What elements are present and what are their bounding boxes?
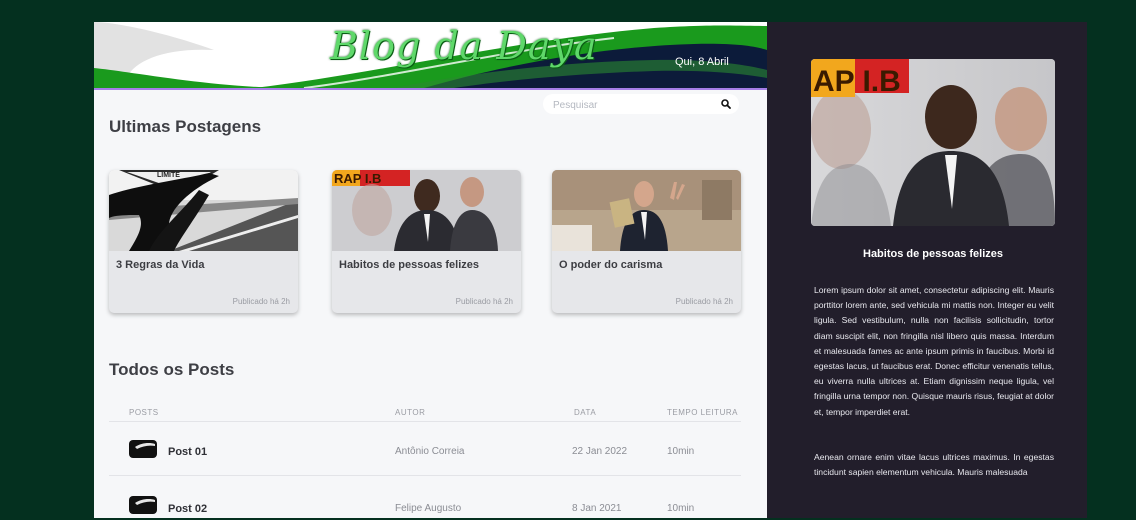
post-card-title[interactable]: 3 Regras da Vida bbox=[116, 259, 204, 271]
table-row[interactable]: Post 01 Antônio Correia 22 Jan 2022 10mi… bbox=[109, 421, 741, 478]
post-card-title[interactable]: Habitos de pessoas felizes bbox=[339, 259, 479, 271]
post-author: Antônio Correia bbox=[395, 446, 465, 457]
featured-post-paragraph: Aenean ornare enim vitae lacus ultrices … bbox=[814, 452, 1054, 478]
post-card-meta: Publicado há 2h bbox=[455, 297, 513, 306]
post-name[interactable]: Post 01 bbox=[168, 446, 207, 458]
featured-image-badge: AP I.B bbox=[813, 65, 901, 98]
post-author: Felipe Augusto bbox=[395, 503, 462, 514]
all-posts-heading: Todos os Posts bbox=[109, 360, 235, 379]
post-reading-time: 10min bbox=[667, 503, 695, 514]
post-card[interactable]: O poder do carisma Publicado há 2h bbox=[552, 170, 741, 313]
table-row[interactable]: Post 02 Felipe Augusto 8 Jan 2021 10min bbox=[109, 475, 741, 518]
post-date: 22 Jan 2022 bbox=[572, 446, 628, 457]
search-box bbox=[543, 94, 739, 114]
search-icon[interactable] bbox=[721, 99, 731, 109]
post-reading-time: 10min bbox=[667, 446, 695, 457]
post-thumbnail-icon bbox=[129, 440, 157, 458]
post-card-meta: Publicado há 2h bbox=[675, 297, 733, 306]
post-thumbnail-icon bbox=[129, 496, 157, 514]
page: Blog da Daya Qui, 8 Abril Ultimas Postag… bbox=[94, 22, 1087, 518]
main-content: Blog da Daya Qui, 8 Abril Ultimas Postag… bbox=[94, 22, 767, 518]
search-input[interactable] bbox=[551, 96, 715, 114]
latest-posts-heading: Ultimas Postagens bbox=[109, 117, 262, 136]
post-card-image: LIMITE bbox=[109, 170, 298, 251]
post-card[interactable]: RAP I.B Habitos de pessoas felizes Publi… bbox=[332, 170, 521, 313]
post-card-title[interactable]: O poder do carisma bbox=[559, 259, 662, 271]
blog-logo[interactable]: Blog da Daya bbox=[330, 24, 598, 68]
post-card-meta: Publicado há 2h bbox=[232, 297, 290, 306]
featured-post-image[interactable]: AP I.B bbox=[811, 59, 1055, 226]
post-card-image bbox=[552, 170, 741, 251]
sidebar-featured-post: AP I.B Habitos de pessoas felizes Lorem … bbox=[767, 22, 1087, 518]
column-header-date: DATA bbox=[574, 408, 597, 417]
header-banner: Blog da Daya Qui, 8 Abril bbox=[94, 22, 767, 90]
post-name[interactable]: Post 02 bbox=[168, 503, 207, 515]
post-card[interactable]: LIMITE 3 Regras da Vida Publicado há 2h bbox=[109, 170, 298, 313]
column-header-posts: POSTS bbox=[129, 408, 159, 417]
card-image-badge: LIMITE bbox=[157, 172, 180, 179]
column-header-author: AUTOR bbox=[395, 408, 426, 417]
featured-post-paragraph: Lorem ipsum dolor sit amet, consectetur … bbox=[814, 285, 1054, 417]
header-date: Qui, 8 Abril bbox=[675, 56, 729, 68]
post-card-image: RAP I.B bbox=[332, 170, 521, 251]
post-date: 8 Jan 2021 bbox=[572, 503, 622, 514]
card-image-badge: RAP I.B bbox=[334, 171, 381, 186]
featured-post-title[interactable]: Habitos de pessoas felizes bbox=[767, 248, 1087, 260]
column-header-reading-time: TEMPO LEITURA bbox=[667, 408, 738, 417]
